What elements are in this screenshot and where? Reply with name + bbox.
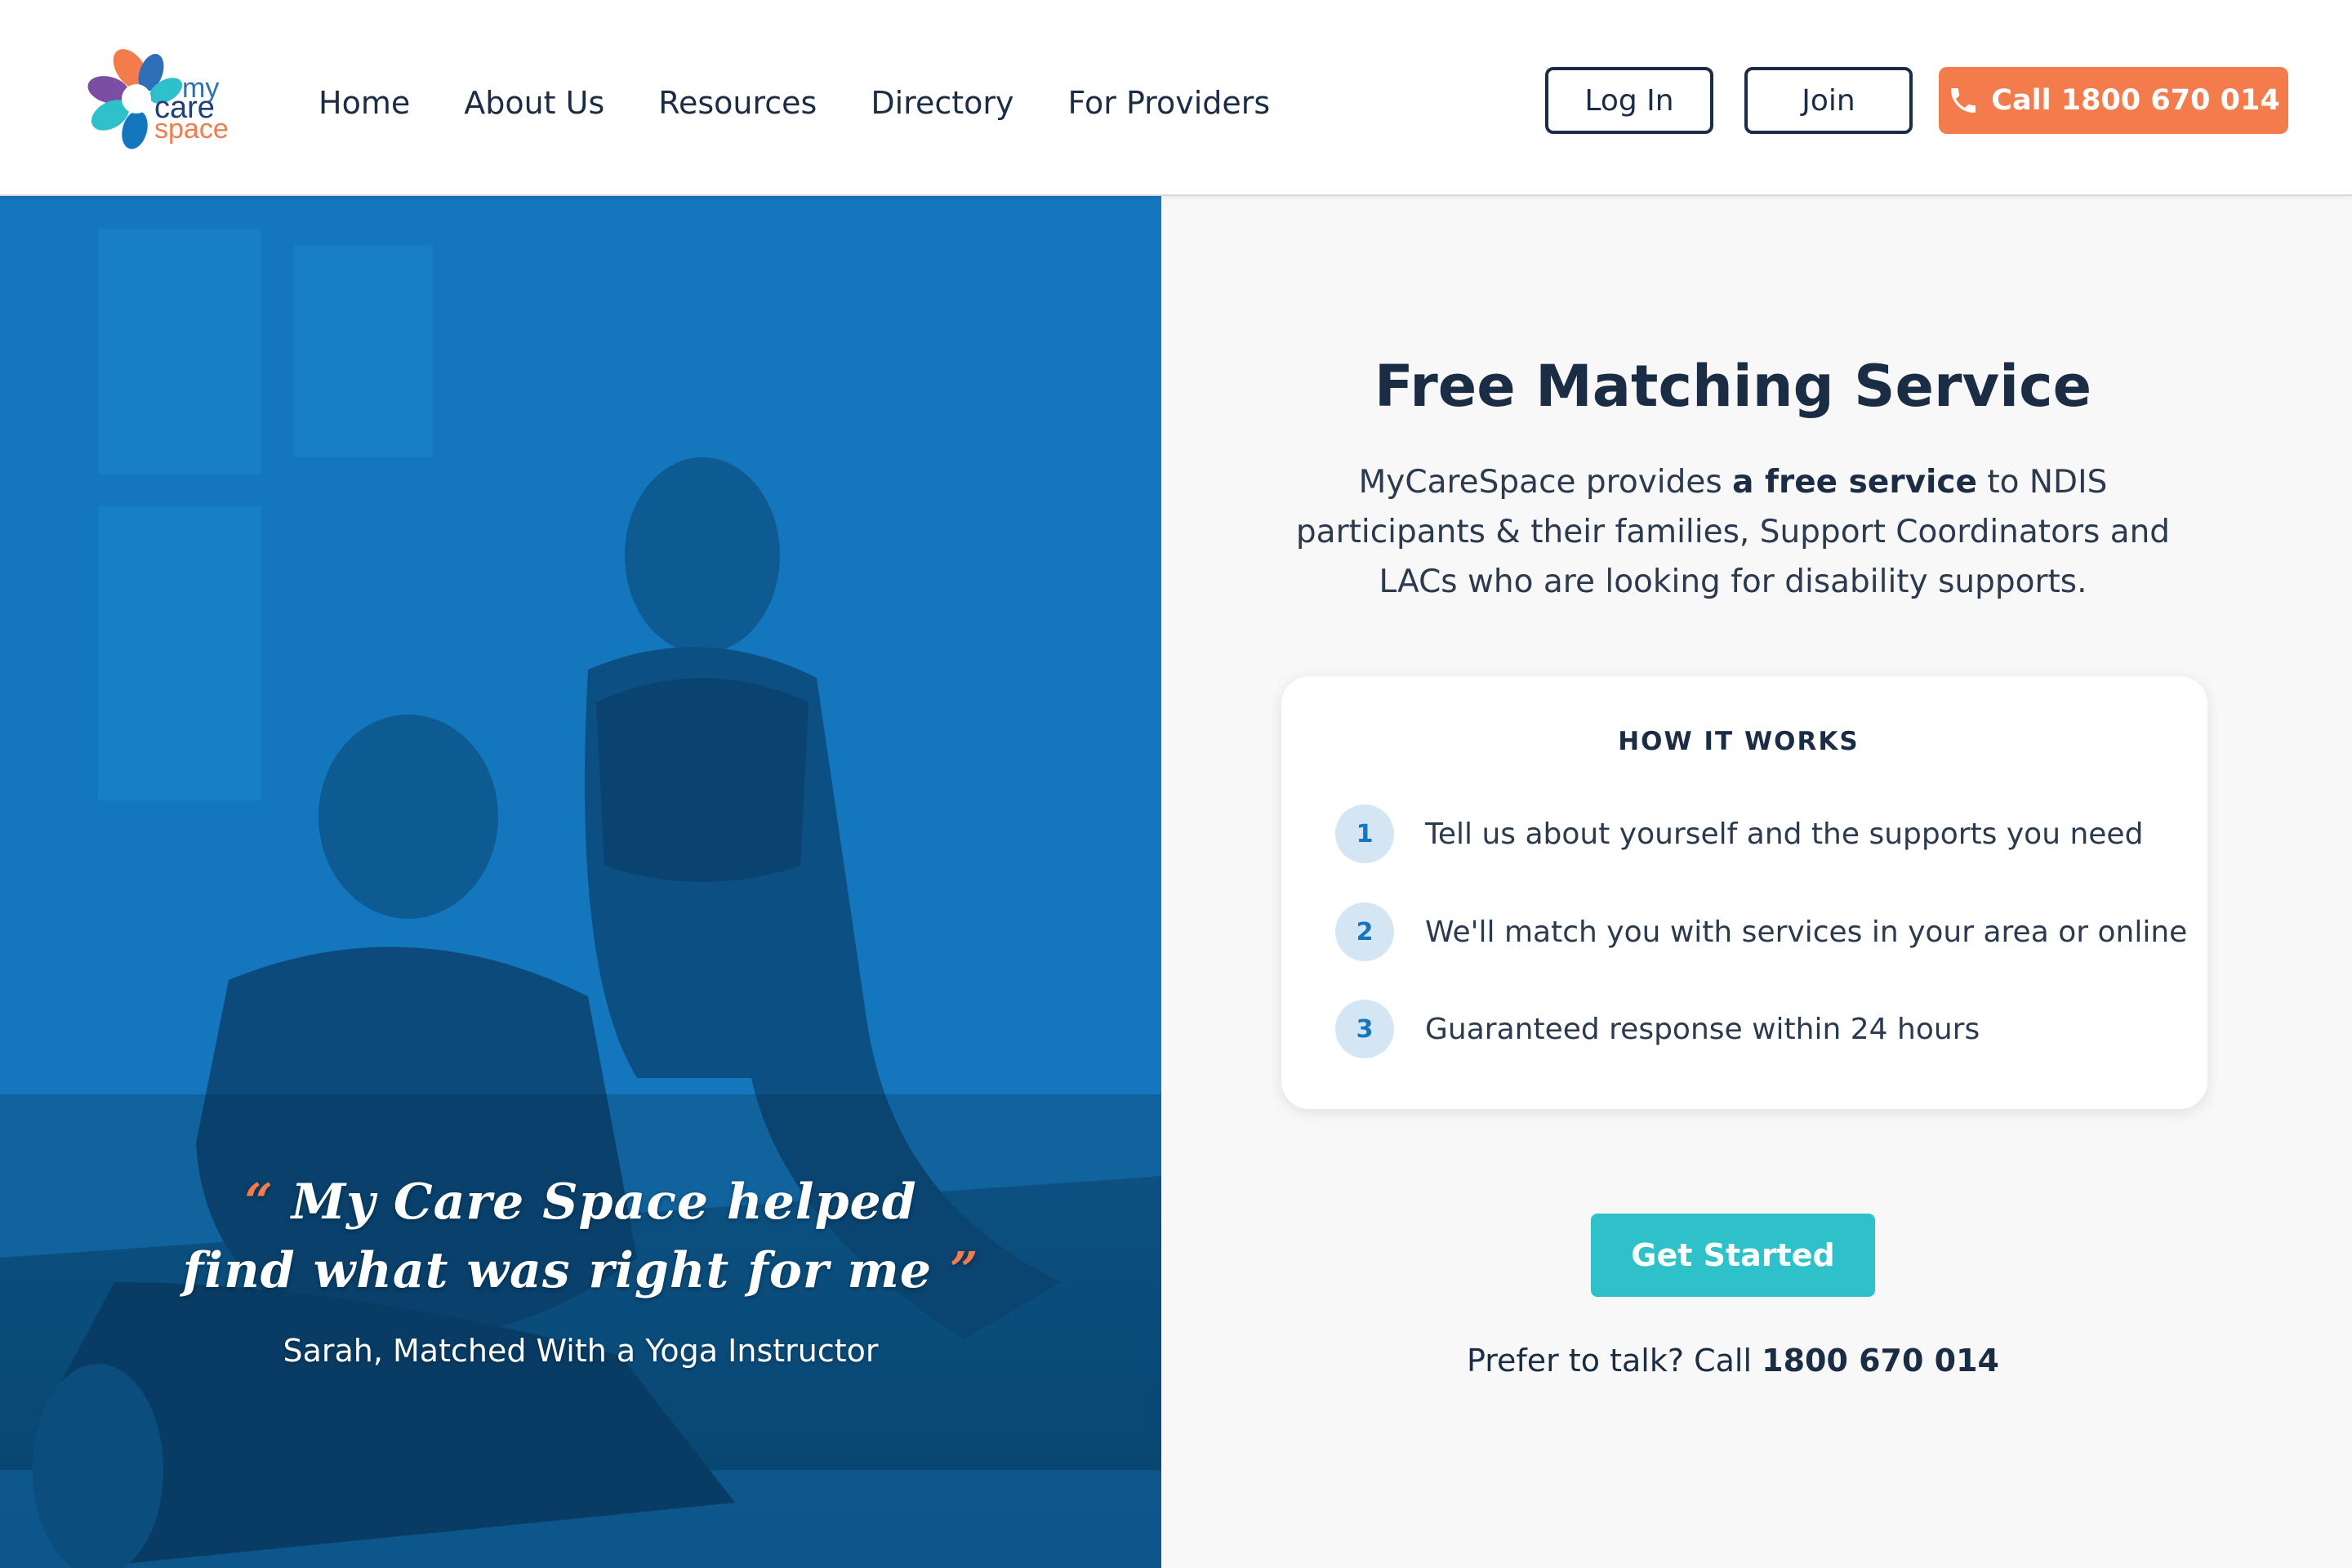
logo-word-space: space <box>154 114 229 145</box>
quote-text-line-2: find what was right for me <box>182 1242 933 1299</box>
step-item: 2 We'll match you with services in your … <box>1335 902 2187 961</box>
call-button[interactable]: Call 1800 670 014 <box>1939 67 2288 134</box>
matching-service-section: Free Matching Service MyCareSpace provid… <box>1161 196 2352 1568</box>
nav-resources[interactable]: Resources <box>658 85 817 121</box>
nav-about-us[interactable]: About Us <box>464 85 604 121</box>
step-item: 3 Guaranteed response within 24 hours <box>1335 1000 1980 1058</box>
nav-directory[interactable]: Directory <box>871 85 1013 121</box>
step-number-badge: 2 <box>1335 902 1394 961</box>
phone-icon <box>1951 88 1976 113</box>
step-text: We'll match you with services in your ar… <box>1425 915 2188 949</box>
testimonial-attribution: Sarah, Matched With a Yoga Instructor <box>283 1333 879 1369</box>
login-button[interactable]: Log In <box>1545 67 1713 134</box>
call-prompt-text: Prefer to talk? Call <box>1467 1343 1762 1379</box>
join-button[interactable]: Join <box>1744 67 1913 134</box>
step-text: Guaranteed response within 24 hours <box>1425 1012 1980 1046</box>
how-it-works-card: HOW IT WORKS 1 Tell us about yourself an… <box>1281 676 2207 1109</box>
step-item: 1 Tell us about yourself and the support… <box>1335 804 2143 863</box>
mycarespace-logo[interactable]: my care space <box>86 45 229 151</box>
call-prompt: Prefer to talk? Call 1800 670 014 <box>1161 1343 2305 1379</box>
hero-testimonial-image: “ My Care Space helped find what was rig… <box>0 196 1161 1568</box>
intro-highlight: a free service <box>1732 464 1977 501</box>
call-button-label: Call 1800 670 014 <box>1991 84 2280 117</box>
page-title: Free Matching Service <box>1374 353 2092 420</box>
quote-line-1: “ My Care Space helped <box>0 1168 1161 1236</box>
intro-paragraph: MyCareSpace provides a free service to N… <box>1292 457 2174 607</box>
step-text: Tell us about yourself and the supports … <box>1425 817 2144 851</box>
nav-home[interactable]: Home <box>318 85 410 121</box>
close-quote-mark: ” <box>949 1242 979 1299</box>
intro-text-start: MyCareSpace provides <box>1358 464 1733 501</box>
quote-text-line-1: My Care Space helped <box>291 1174 917 1231</box>
step-number-badge: 3 <box>1335 1000 1394 1058</box>
site-header: my care space Home About Us Resources Di… <box>0 0 2352 196</box>
get-started-button[interactable]: Get Started <box>1591 1214 1875 1297</box>
nav-for-providers[interactable]: For Providers <box>1067 85 1270 121</box>
testimonial-quote: “ My Care Space helped find what was rig… <box>0 1168 1161 1305</box>
step-number-badge: 1 <box>1335 804 1394 863</box>
main-nav: Home About Us Resources Directory For Pr… <box>318 78 1270 127</box>
open-quote-mark: “ <box>244 1174 274 1231</box>
call-prompt-phone-link[interactable]: 1800 670 014 <box>1762 1343 1999 1379</box>
quote-line-2: find what was right for me ” <box>0 1236 1161 1305</box>
how-it-works-title: HOW IT WORKS <box>1618 727 1860 756</box>
